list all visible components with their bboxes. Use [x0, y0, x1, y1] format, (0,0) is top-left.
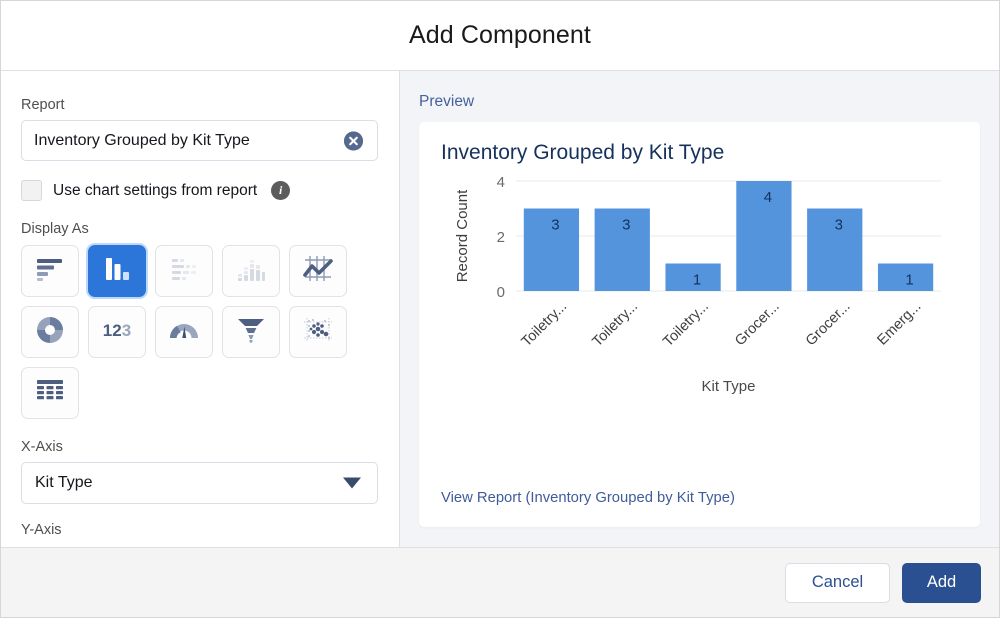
dialog-footer: Cancel Add — [1, 547, 999, 617]
chart-type-horizontal-bar-chart[interactable] — [21, 245, 79, 297]
report-input-wrap — [21, 120, 378, 161]
gauge-icon — [169, 319, 199, 346]
svg-text:123: 123 — [103, 321, 131, 340]
add-button[interactable]: Add — [902, 562, 981, 603]
svg-text:4: 4 — [764, 189, 772, 206]
svg-text:Grocer...: Grocer... — [732, 299, 783, 350]
x-axis-select[interactable]: Kit Type — [21, 462, 378, 504]
svg-text:2: 2 — [497, 229, 505, 246]
svg-text:1: 1 — [693, 272, 701, 289]
preview-panel: Preview Inventory Grouped by Kit Type 0 2… — [400, 71, 999, 547]
svg-text:3: 3 — [551, 217, 559, 234]
svg-text:Record Count: Record Count — [454, 189, 471, 282]
svg-text:Emerg...: Emerg... — [874, 299, 924, 349]
preview-label: Preview — [419, 93, 475, 110]
chart-area: 0 2 4 Record Count 3 Toiletry... 3 Toiletry... 1… — [441, 171, 960, 451]
chart-type-table-chart[interactable] — [21, 367, 79, 419]
chart-type-donut-chart[interactable] — [21, 306, 79, 358]
dialog-header: Add Component — [1, 1, 999, 71]
chart-type-stacked-bar-chart[interactable] — [155, 245, 213, 297]
svg-text:Grocer...: Grocer... — [803, 299, 854, 350]
display-as-label: Display As — [21, 221, 89, 237]
line-chart-icon — [303, 255, 333, 287]
chart-type-line-chart[interactable] — [289, 245, 347, 297]
chart-type-vertical-bar-chart[interactable] — [88, 245, 146, 297]
report-field-label: Report — [21, 97, 65, 113]
svg-text:Toiletry...: Toiletry... — [660, 299, 712, 351]
svg-text:3: 3 — [835, 217, 843, 234]
x-axis-label: X-Axis — [21, 439, 63, 455]
bar-chart: 0 2 4 Record Count 3 Toiletry... 3 Toiletry... 1… — [454, 174, 941, 395]
x-axis-select-wrap: Kit Type — [21, 462, 378, 504]
add-component-dialog: Add Component Report Use chart settings … — [0, 0, 1000, 618]
donut-chart-icon — [36, 316, 64, 349]
svg-text:Toiletry...: Toiletry... — [589, 299, 641, 351]
svg-text:3: 3 — [622, 217, 630, 234]
dialog-body: Report Use chart settings from report i … — [1, 71, 999, 547]
component-config-panel: Report Use chart settings from report i … — [1, 71, 400, 547]
chart-type-gauge-chart[interactable] — [155, 306, 213, 358]
vertical-bar-chart-icon — [103, 256, 131, 287]
info-icon[interactable]: i — [271, 181, 291, 200]
report-input[interactable] — [21, 120, 378, 161]
use-chart-settings-label: Use chart settings from report — [53, 181, 258, 199]
scatter-chart-icon — [303, 317, 333, 348]
chart-type-metric-chart[interactable]: 123 — [88, 306, 146, 358]
table-icon — [36, 379, 64, 408]
svg-text:1: 1 — [905, 272, 913, 289]
funnel-icon — [237, 317, 265, 348]
page-title: Add Component — [409, 21, 591, 49]
display-as-icon-grid: 123 — [21, 245, 391, 419]
svg-text:Toiletry...: Toiletry... — [519, 299, 571, 351]
clear-circle-x-icon[interactable] — [344, 131, 363, 150]
chart-type-stacked-column-chart[interactable] — [222, 245, 280, 297]
use-chart-settings-checkbox[interactable] — [21, 180, 42, 201]
cancel-button[interactable]: Cancel — [785, 562, 890, 603]
metric-123-icon: 123 — [99, 320, 135, 345]
stacked-column-chart-icon — [236, 256, 266, 287]
horizontal-bar-chart-icon — [35, 256, 65, 287]
svg-text:0: 0 — [497, 284, 505, 301]
svg-text:4: 4 — [497, 174, 505, 191]
use-chart-settings-row: Use chart settings from report i — [21, 180, 377, 201]
view-report-link[interactable]: View Report (Inventory Grouped by Kit Ty… — [441, 490, 735, 506]
x-axis-selected-value: Kit Type — [35, 474, 93, 491]
chart-type-funnel-chart[interactable] — [222, 306, 280, 358]
preview-card: Inventory Grouped by Kit Type 0 2 4 Record … — [419, 122, 980, 527]
chart-title: Inventory Grouped by Kit Type — [441, 141, 725, 164]
svg-text:Kit Type: Kit Type — [702, 378, 756, 395]
stacked-bar-chart-icon — [169, 256, 199, 287]
y-axis-label: Y-Axis — [21, 522, 62, 538]
chart-type-scatter-chart[interactable] — [289, 306, 347, 358]
